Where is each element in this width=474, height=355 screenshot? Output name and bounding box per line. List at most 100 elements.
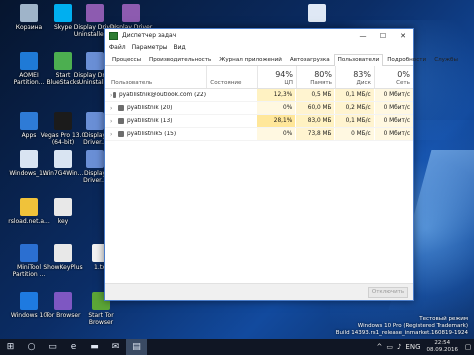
tab-details[interactable]: Подробности bbox=[383, 54, 430, 65]
watermark-line-3: Build 14393.rs1_release_inmarket.160819-… bbox=[335, 330, 468, 336]
desktop-icon-label: key bbox=[57, 218, 69, 225]
memory-column-label: Память bbox=[310, 80, 332, 86]
desktop-icon-image bbox=[308, 4, 326, 22]
volume-icon[interactable]: ♪ bbox=[397, 343, 401, 351]
user-cell: › pyatilistnik@outlook.com (22) bbox=[105, 92, 206, 99]
network-cell: 0 Мбит/с bbox=[373, 89, 414, 101]
network-icon[interactable]: ▭ bbox=[386, 343, 393, 351]
desktop-icon[interactable] bbox=[294, 4, 340, 24]
watermark-line-2: Windows 10 Pro (Registered Trademark) bbox=[357, 323, 468, 329]
tab-users[interactable]: Пользователи bbox=[333, 54, 384, 66]
taskbar: ⊞ ○ ▭ e ▬ ✉ ▤ ^ ▭ ♪ ENG 22:54 08.09.2016 ▢ bbox=[0, 339, 474, 355]
cpu-cell: 12,3% bbox=[255, 89, 296, 101]
user-icon bbox=[118, 105, 124, 111]
cpu-cell: 0% bbox=[255, 102, 296, 114]
clock[interactable]: 22:54 08.09.2016 bbox=[427, 340, 459, 354]
system-tray: ^ ▭ ♪ ENG 22:54 08.09.2016 ▢ bbox=[374, 339, 474, 355]
task-view-icon[interactable]: ▭ bbox=[42, 339, 63, 355]
desktop-icon-image bbox=[54, 292, 72, 310]
maximize-button[interactable]: ☐ bbox=[373, 29, 393, 42]
desktop-icon-label: Start Tor Browser bbox=[88, 312, 114, 326]
user-name: pyatilistnik (20) bbox=[127, 105, 173, 111]
network-column-label: Сеть bbox=[396, 80, 410, 86]
column-header-status[interactable]: Состояние bbox=[206, 66, 257, 88]
column-header-user[interactable]: Пользователь bbox=[105, 66, 206, 88]
taskbar-pinned-icons: ⊞ ○ ▭ e ▬ ✉ ▤ bbox=[0, 339, 147, 355]
explorer-icon[interactable]: ▬ bbox=[84, 339, 105, 355]
clock-time: 22:54 bbox=[434, 340, 451, 346]
network-cell: 0 Мбит/с bbox=[373, 115, 414, 127]
memory-cell: 0,5 МБ bbox=[295, 89, 335, 101]
disk-cell: 0,1 МБ/с bbox=[334, 115, 374, 127]
desktop-icon-image bbox=[20, 112, 38, 130]
memory-cell: 60,0 МБ bbox=[295, 102, 335, 114]
disk-column-label: Диск bbox=[356, 80, 371, 86]
user-cell: › pyatilistnik5 (15) bbox=[105, 131, 206, 138]
desktop-icon-image bbox=[20, 150, 38, 168]
cpu-cell: 28,1% bbox=[255, 115, 296, 127]
column-header-memory[interactable]: 80% Память bbox=[295, 66, 335, 88]
desktop-icon-image bbox=[54, 150, 72, 168]
task-manager-app-icon bbox=[109, 31, 118, 40]
menu-bar: Файл Параметры Вид bbox=[105, 42, 413, 53]
network-total-percent: 0% bbox=[397, 70, 410, 79]
user-cell: › pyatilistnik (13) bbox=[105, 118, 206, 125]
minimize-button[interactable]: — bbox=[353, 29, 373, 42]
start-icon[interactable]: ⊞ bbox=[0, 339, 21, 355]
network-cell: 0 Мбит/с bbox=[373, 102, 414, 114]
cpu-total-percent: 94% bbox=[275, 70, 293, 79]
watermark-line-1: Тестовый режим bbox=[419, 316, 468, 322]
memory-cell: 83,0 МБ bbox=[295, 115, 335, 127]
column-header-disk[interactable]: 83% Диск bbox=[334, 66, 374, 88]
window-title: Диспетчер задач bbox=[122, 32, 177, 39]
clock-date: 08.09.2016 bbox=[426, 347, 459, 353]
desktop-icon-image bbox=[20, 244, 38, 262]
close-button[interactable]: ✕ bbox=[393, 29, 413, 42]
search-icon[interactable]: ○ bbox=[21, 339, 42, 355]
column-header-cpu[interactable]: 94% ЦП bbox=[256, 66, 296, 88]
desktop-icon-image bbox=[54, 52, 72, 70]
disconnect-button[interactable]: Отключить bbox=[368, 287, 408, 298]
tab-services[interactable]: Службы bbox=[430, 54, 462, 65]
user-row[interactable]: › pyatilistnik (20) 0% 60,0 МБ 0,2 МБ/с 0 Мби… bbox=[105, 102, 414, 115]
user-row[interactable]: › pyatilistnik5 (15) 0% 73,8 МБ 0 МБ/с 0 Мбит… bbox=[105, 128, 414, 141]
disk-total-percent: 83% bbox=[353, 70, 371, 79]
task-manager-icon[interactable]: ▤ bbox=[126, 339, 147, 355]
user-name: pyatilistnik@outlook.com (22) bbox=[118, 92, 206, 98]
desktop-icon-image bbox=[54, 198, 72, 216]
column-header-row: Пользователь Состояние 94% ЦП 80% Память… bbox=[105, 66, 413, 89]
user-row[interactable]: › pyatilistnik (13) 28,1% 83,0 МБ 0,1 МБ/с 0 … bbox=[105, 115, 414, 128]
user-list: › pyatilistnik@outlook.com (22) 12,3% 0,5 М… bbox=[105, 89, 414, 141]
menu-view[interactable]: Вид bbox=[174, 44, 186, 51]
expand-chevron-icon[interactable]: › bbox=[110, 105, 118, 112]
notifications-icon[interactable]: ▢ bbox=[462, 339, 474, 355]
edge-icon[interactable]: e bbox=[63, 339, 84, 355]
menu-file[interactable]: Файл bbox=[109, 44, 126, 51]
expand-chevron-icon[interactable]: › bbox=[110, 118, 118, 125]
desktop-icon-image bbox=[20, 292, 38, 310]
tray-overflow-icon[interactable]: ^ bbox=[376, 343, 382, 351]
expand-chevron-icon[interactable]: › bbox=[110, 131, 118, 138]
desktop-icon[interactable]: key bbox=[40, 198, 86, 225]
store-icon[interactable]: ✉ bbox=[105, 339, 126, 355]
user-name: pyatilistnik5 (15) bbox=[127, 131, 177, 137]
column-header-network[interactable]: 0% Сеть bbox=[373, 66, 413, 88]
footer-bar: Отключить bbox=[105, 283, 413, 300]
tab-processes[interactable]: Процессы bbox=[108, 54, 145, 65]
test-mode-watermark: Тестовый режим Windows 10 Pro (Registere… bbox=[318, 316, 468, 337]
disk-cell: 0 МБ/с bbox=[334, 128, 374, 140]
tab-app-history[interactable]: Журнал приложений bbox=[215, 54, 286, 65]
user-row[interactable]: › pyatilistnik@outlook.com (22) 12,3% 0,5 М… bbox=[105, 89, 414, 102]
desktop: Корзина Skype Display Driver Uninstaller.z… bbox=[0, 0, 474, 355]
network-cell: 0 Мбит/с bbox=[373, 128, 414, 140]
desktop-icon-image bbox=[86, 150, 104, 168]
desktop-icon-image bbox=[20, 52, 38, 70]
language-indicator[interactable]: ENG bbox=[405, 343, 420, 351]
tab-performance[interactable]: Производительность bbox=[145, 54, 215, 65]
menu-options[interactable]: Параметры bbox=[132, 44, 168, 51]
desktop-icon-image bbox=[54, 4, 72, 22]
task-manager-window[interactable]: Диспетчер задач — ☐ ✕ Файл Параметры Вид… bbox=[104, 28, 458, 301]
tab-startup[interactable]: Автозагрузка bbox=[286, 54, 334, 65]
title-bar[interactable]: Диспетчер задач — ☐ ✕ bbox=[105, 29, 413, 42]
desktop-icon-image bbox=[86, 4, 104, 22]
